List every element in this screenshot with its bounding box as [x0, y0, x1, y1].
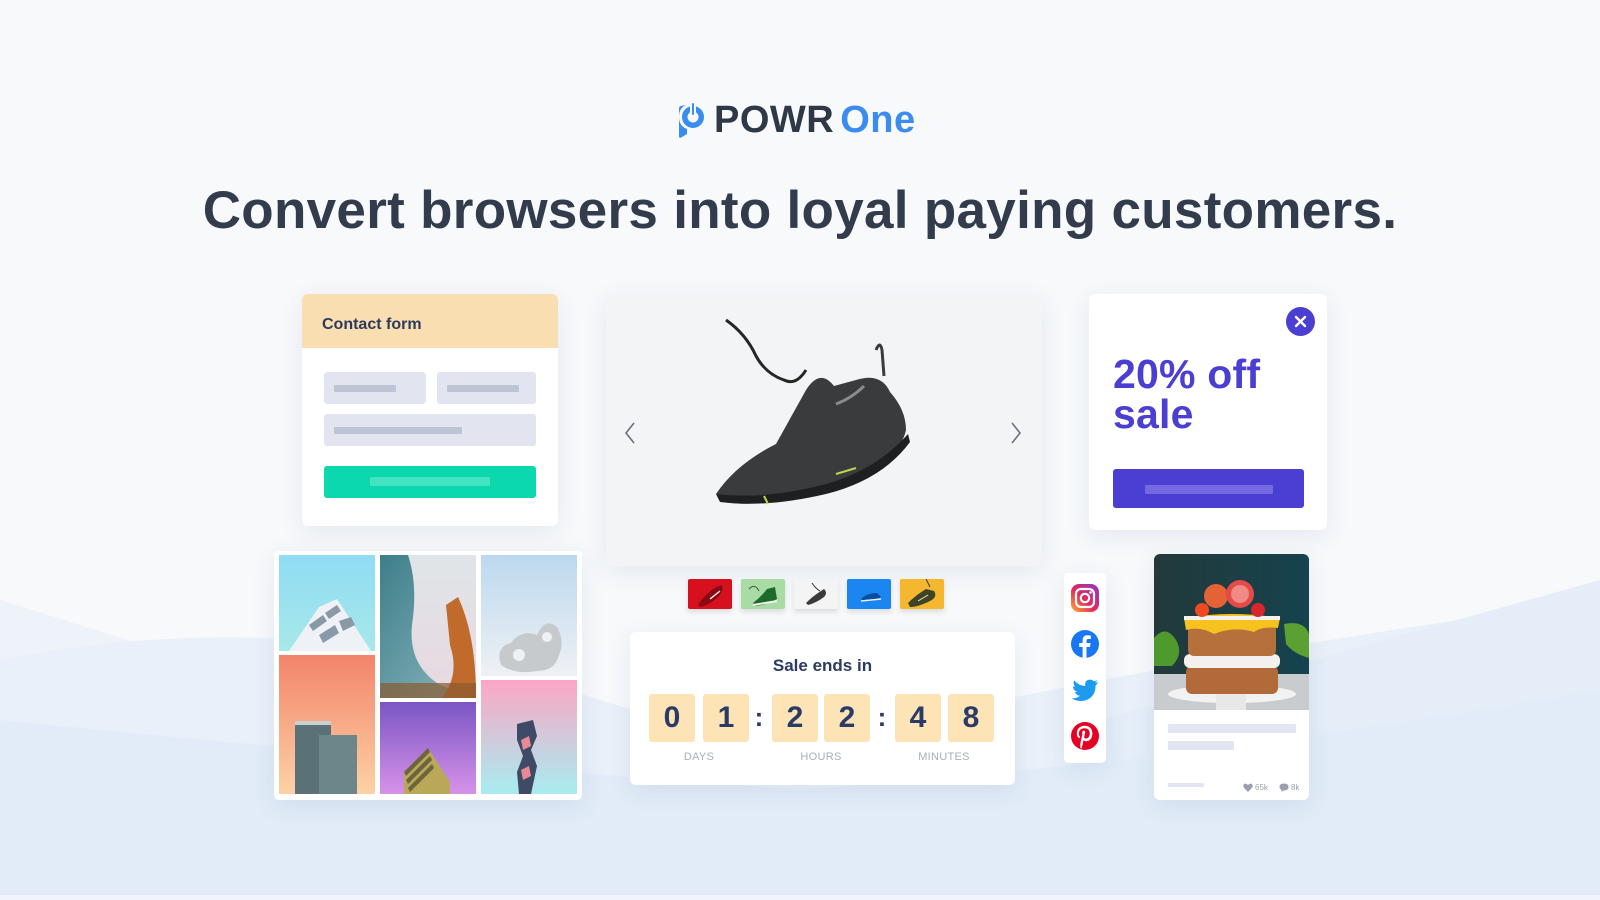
gallery-image-balcony-building — [279, 555, 375, 651]
facebook-button[interactable] — [1070, 629, 1100, 659]
post-comments[interactable]: 8k — [1279, 783, 1299, 792]
post-image[interactable] — [1154, 554, 1309, 710]
gallery-tile[interactable] — [279, 555, 375, 651]
instagram-icon — [1071, 584, 1099, 612]
gallery-tile[interactable] — [481, 555, 577, 676]
power-logo-icon — [679, 101, 704, 138]
countdown-separator: : — [754, 702, 764, 732]
email-field[interactable] — [324, 414, 536, 446]
comments-count: 8k — [1291, 783, 1300, 792]
popup-close-button[interactable] — [1286, 307, 1315, 336]
likes-count: 65k — [1255, 783, 1268, 792]
countdown-digit-hours-tens: 2 — [772, 694, 818, 742]
gallery-tile[interactable] — [380, 702, 476, 794]
gallery-image-geometric-tower — [481, 680, 577, 794]
photo-gallery-widget — [274, 551, 582, 800]
thumbnail-black-shoe[interactable] — [794, 579, 838, 609]
gallery-image-glass-towers — [380, 555, 476, 698]
popup-cta-button[interactable] — [1113, 469, 1304, 508]
gallery-image-striped-skyscraper — [380, 702, 476, 794]
countdown-label-hours: HOURS — [800, 751, 842, 763]
product-thumbnails — [688, 579, 944, 609]
shoe-thumbnail-image — [748, 585, 778, 606]
pinterest-button[interactable] — [1070, 721, 1100, 751]
thumbnail-blue-shoe[interactable] — [847, 579, 891, 609]
shoe-thumbnail-image — [698, 585, 723, 607]
countdown-label-minutes: MINUTES — [918, 751, 970, 763]
post-text-line — [1168, 741, 1234, 750]
thumbnail-olive-shoe[interactable] — [900, 579, 944, 609]
sale-popup-widget: 20% off sale — [1089, 294, 1327, 530]
shoe-thumbnail-image — [806, 582, 826, 605]
last-name-field[interactable] — [437, 372, 536, 404]
facebook-icon — [1071, 630, 1099, 658]
social-feed-post: 65k 8k — [1154, 554, 1309, 800]
comment-icon — [1279, 783, 1289, 792]
field-placeholder — [334, 385, 396, 392]
shoe-thumbnail-image — [908, 579, 936, 607]
contact-form-title: Contact form — [302, 294, 558, 348]
shoe-thumbnail-image — [860, 593, 882, 602]
post-author-placeholder — [1168, 783, 1204, 787]
post-text-line — [1168, 724, 1296, 733]
heart-icon — [1243, 783, 1253, 792]
gallery-image-sculpture — [481, 555, 577, 676]
countdown-digit-days-ones: 1 — [703, 694, 749, 742]
countdown-timer-widget: Sale ends in 0 1 : 2 2 : 4 8 DAYS HOURS … — [630, 632, 1015, 785]
chevron-left-icon — [624, 422, 635, 444]
product-image-slider — [606, 294, 1042, 566]
thumbnail-red-shoe[interactable] — [688, 579, 732, 609]
countdown-digit-minutes-tens: 4 — [895, 694, 941, 742]
twitter-button[interactable] — [1070, 675, 1100, 705]
product-image-black-shoe — [606, 294, 1042, 566]
thumbnail-green-shoe[interactable] — [741, 579, 785, 609]
pinterest-icon — [1071, 722, 1099, 750]
powr-one-logo[interactable]: POWR One — [678, 98, 916, 142]
close-icon — [1294, 315, 1307, 328]
gallery-tile[interactable] — [279, 655, 375, 794]
countdown-label-days: DAYS — [683, 751, 715, 763]
instagram-button[interactable] — [1070, 583, 1100, 613]
social-share-bar — [1064, 573, 1106, 763]
button-label-placeholder — [370, 477, 490, 486]
logo-text-powr: POWR — [714, 99, 835, 141]
button-label-placeholder — [1145, 485, 1273, 494]
cake-image — [1154, 554, 1309, 710]
countdown-digit-hours-ones: 2 — [824, 694, 870, 742]
countdown-digit-days-tens: 0 — [649, 694, 695, 742]
field-placeholder — [334, 427, 462, 434]
countdown-separator: : — [877, 702, 887, 732]
slider-next-button[interactable] — [1004, 418, 1028, 448]
first-name-field[interactable] — [324, 372, 426, 404]
logo-text-one: One — [840, 99, 916, 141]
submit-button[interactable] — [324, 466, 536, 498]
post-likes[interactable]: 65k — [1243, 783, 1268, 792]
field-placeholder — [447, 385, 519, 392]
gallery-tile[interactable] — [481, 680, 577, 794]
gallery-image-office-towers — [279, 655, 375, 794]
popup-title: 20% off sale — [1113, 351, 1261, 437]
gallery-tile[interactable] — [380, 555, 476, 698]
contact-form-widget: Contact form — [302, 294, 558, 526]
page-headline: Convert browsers into loyal paying custo… — [202, 181, 1398, 240]
twitter-icon — [1071, 679, 1098, 701]
countdown-title: Sale ends in — [772, 656, 873, 675]
chevron-right-icon — [1011, 422, 1022, 444]
slider-prev-button[interactable] — [618, 418, 642, 448]
countdown-digit-minutes-ones: 8 — [948, 694, 994, 742]
